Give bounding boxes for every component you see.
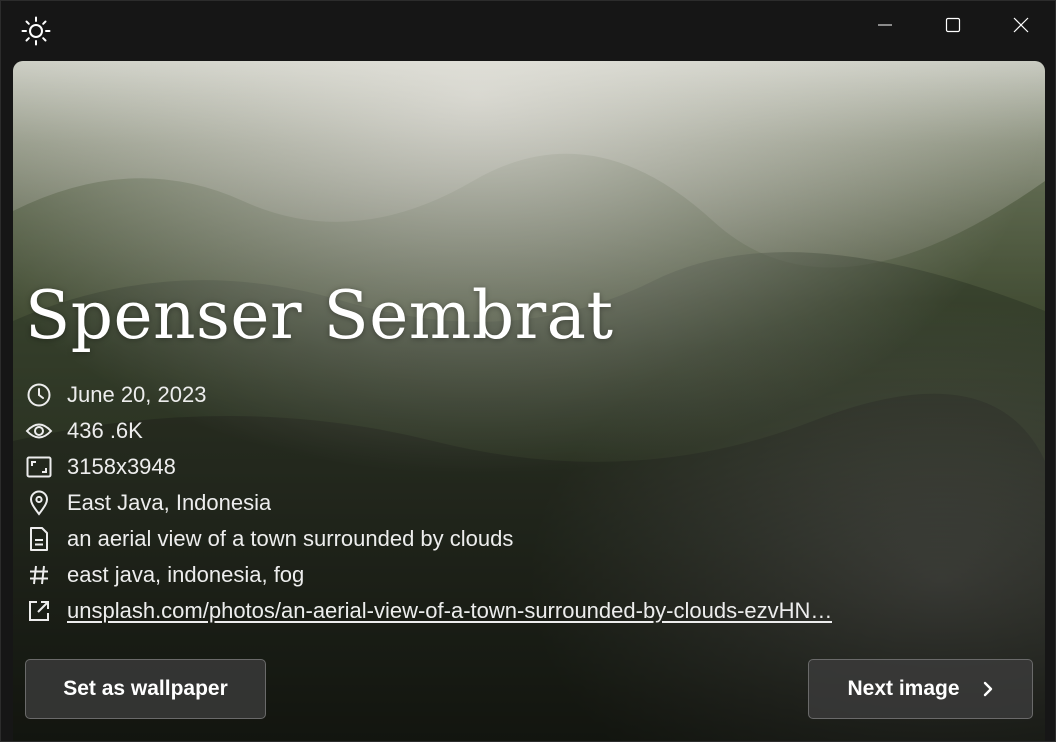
open-external-icon [25, 597, 53, 625]
unsplash-link[interactable]: unsplash.com/photos/an-aerial-view-of-a-… [67, 598, 832, 623]
eye-icon [25, 417, 53, 445]
chevron-right-icon [982, 680, 994, 698]
app-window: Spenser Sembrat June 20, 2023 436 .6K 31… [0, 0, 1056, 742]
location-pin-icon [25, 489, 53, 517]
photographer-name: Spenser Sembrat [25, 277, 614, 354]
set-wallpaper-label: Set as wallpaper [63, 677, 228, 700]
meta-resolution: 3158x3948 [25, 449, 1025, 485]
hashtag-icon [25, 561, 53, 589]
close-button[interactable] [997, 5, 1045, 45]
minimize-icon [878, 24, 892, 26]
title-bar[interactable] [1, 1, 1055, 49]
maximize-button[interactable] [929, 5, 977, 45]
aspect-ratio-icon [25, 453, 53, 481]
date-text: June 20, 2023 [67, 382, 207, 407]
location-text: East Java, Indonesia [67, 490, 272, 515]
next-image-label: Next image [847, 677, 960, 700]
next-image-button[interactable]: Next image [808, 659, 1033, 719]
minimize-button[interactable] [861, 5, 909, 45]
meta-location: East Java, Indonesia [25, 485, 1025, 521]
resolution-text: 3158x3948 [67, 454, 176, 479]
sun-icon [20, 15, 52, 47]
photo-card: Spenser Sembrat June 20, 2023 436 .6K 31… [13, 61, 1045, 741]
tags-text: east java, indonesia, fog [67, 562, 305, 587]
meta-date: June 20, 2023 [25, 377, 1025, 413]
document-icon [25, 525, 53, 553]
clock-icon [25, 381, 53, 409]
views-text: 436 .6K [67, 418, 143, 443]
photo-metadata-list: June 20, 2023 436 .6K 3158x3948 East Jav… [25, 377, 1025, 629]
set-wallpaper-button[interactable]: Set as wallpaper [25, 659, 266, 719]
description-text: an aerial view of a town surrounded by c… [67, 526, 514, 551]
meta-description: an aerial view of a town surrounded by c… [25, 521, 1025, 557]
maximize-icon [945, 17, 961, 33]
meta-tags: east java, indonesia, fog [25, 557, 1025, 593]
meta-link: unsplash.com/photos/an-aerial-view-of-a-… [25, 593, 1025, 629]
meta-views: 436 .6K [25, 413, 1025, 449]
close-icon [1013, 17, 1029, 33]
